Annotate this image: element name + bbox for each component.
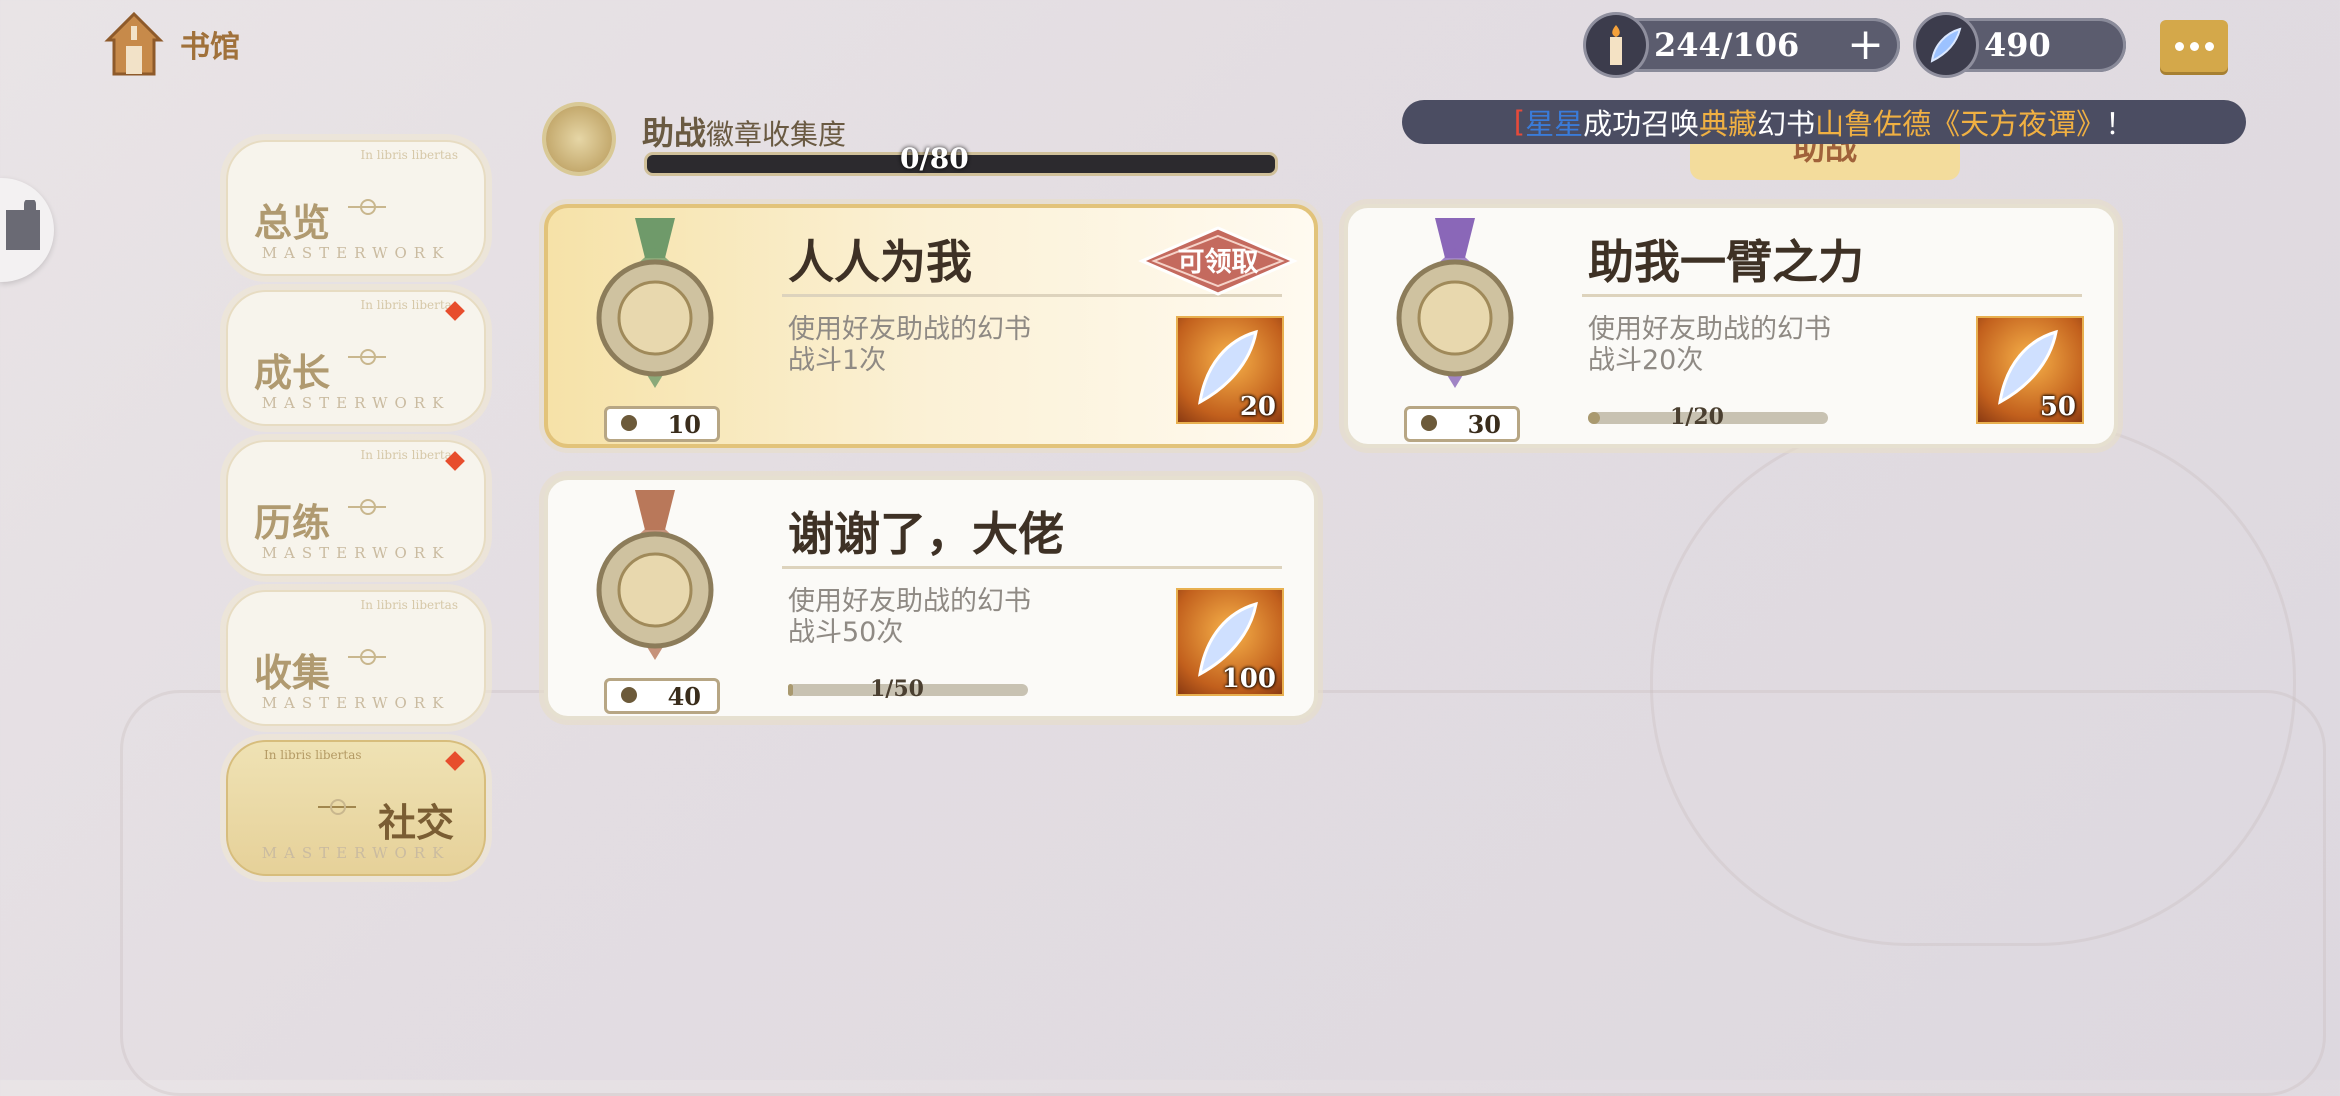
divider <box>782 566 1282 569</box>
background-ornament <box>1650 420 2296 946</box>
card-description: 使用好友助战的幻书战斗20次 <box>1588 314 1831 376</box>
points-icon <box>1421 415 1437 431</box>
puzzle-icon <box>6 200 40 250</box>
notification-dot <box>445 751 465 771</box>
divider <box>1582 294 2082 297</box>
nav-social[interactable]: In libris libertas 社交 MASTERWORK <box>226 740 486 876</box>
arrow-icon <box>318 799 356 815</box>
nav-growth[interactable]: In libris libertas 成长 MASTERWORK <box>226 290 486 426</box>
chat-dot-icon <box>2204 41 2214 51</box>
feather-crystal-icon <box>1916 15 1976 75</box>
arrow-icon <box>348 499 386 515</box>
candle-icon <box>1586 15 1646 75</box>
library-icon <box>104 11 164 76</box>
side-puzzle-tab[interactable] <box>0 178 54 282</box>
announcement-marquee: [ 星星 成功召唤 典藏 幻书 山鲁佐德《天方夜谭》 ！ <box>1402 100 2246 144</box>
nav-training[interactable]: In libris libertas 历练 MASTERWORK <box>226 440 486 576</box>
achievement-card-3[interactable]: 40 谢谢了，大佬 使用好友助战的幻书战斗50次 1/50 100 <box>544 476 1318 720</box>
card-progress-text: 1/20 <box>1670 404 1724 430</box>
collection-progress-text: 0/80 <box>900 142 969 175</box>
arrow-icon <box>348 199 386 215</box>
medal-icon <box>596 490 714 660</box>
feather-reward-icon[interactable]: 100 <box>1176 588 1284 696</box>
claimable-stamp[interactable]: 可领取 <box>1138 224 1298 298</box>
home-label: 书馆 <box>180 30 240 65</box>
points-badge: 30 <box>1404 406 1520 442</box>
reward-quantity: 20 <box>1239 392 1276 422</box>
card-description: 使用好友助战的幻书战斗1次 <box>788 314 1031 376</box>
chat-dot-icon <box>2174 41 2184 51</box>
medal-icon <box>1396 218 1514 388</box>
medal-icon <box>596 218 714 388</box>
gem-value: 490 <box>1984 26 2051 64</box>
feather-reward-icon[interactable]: 20 <box>1176 316 1284 424</box>
globe-medal-icon <box>546 106 612 172</box>
gem-resource: 490 <box>1916 15 2126 75</box>
add-candle-button[interactable]: + <box>1847 23 1884 67</box>
reward-quantity: 100 <box>1221 664 1276 694</box>
collection-title: 助战徽章收集度 <box>642 114 847 152</box>
card-description: 使用好友助战的幻书战斗50次 <box>788 586 1031 648</box>
nav-collection[interactable]: In libris libertas 收集 MASTERWORK <box>226 590 486 726</box>
feather-reward-icon[interactable]: 50 <box>1976 316 2084 424</box>
arrow-icon <box>348 649 386 665</box>
arrow-icon <box>348 349 386 365</box>
candle-value: 244/106 <box>1654 26 1800 64</box>
nav-overview[interactable]: In libris libertas 总览 MASTERWORK <box>226 140 486 276</box>
card-title: 谢谢了，大佬 <box>788 507 1064 561</box>
home-button[interactable] <box>104 10 164 78</box>
reward-quantity: 50 <box>2039 392 2076 422</box>
chat-button[interactable] <box>2160 20 2228 72</box>
points-badge: 10 <box>604 406 720 442</box>
points-icon <box>621 415 637 431</box>
card-progress-text: 1/50 <box>870 676 924 702</box>
svg-text:可领取: 可领取 <box>1178 247 1259 278</box>
chat-dot-icon <box>2189 41 2199 51</box>
achievement-card-2[interactable]: 30 助我一臂之力 使用好友助战的幻书战斗20次 1/20 50 <box>1344 204 2118 448</box>
points-icon <box>621 687 637 703</box>
card-title: 助我一臂之力 <box>1588 235 1864 289</box>
candle-resource: 244/106 + <box>1586 15 1900 75</box>
card-title: 人人为我 <box>788 235 972 289</box>
achievement-card-1[interactable]: 10 人人为我 使用好友助战的幻书战斗1次 可领取 20 <box>544 204 1318 448</box>
points-badge: 40 <box>604 678 720 714</box>
